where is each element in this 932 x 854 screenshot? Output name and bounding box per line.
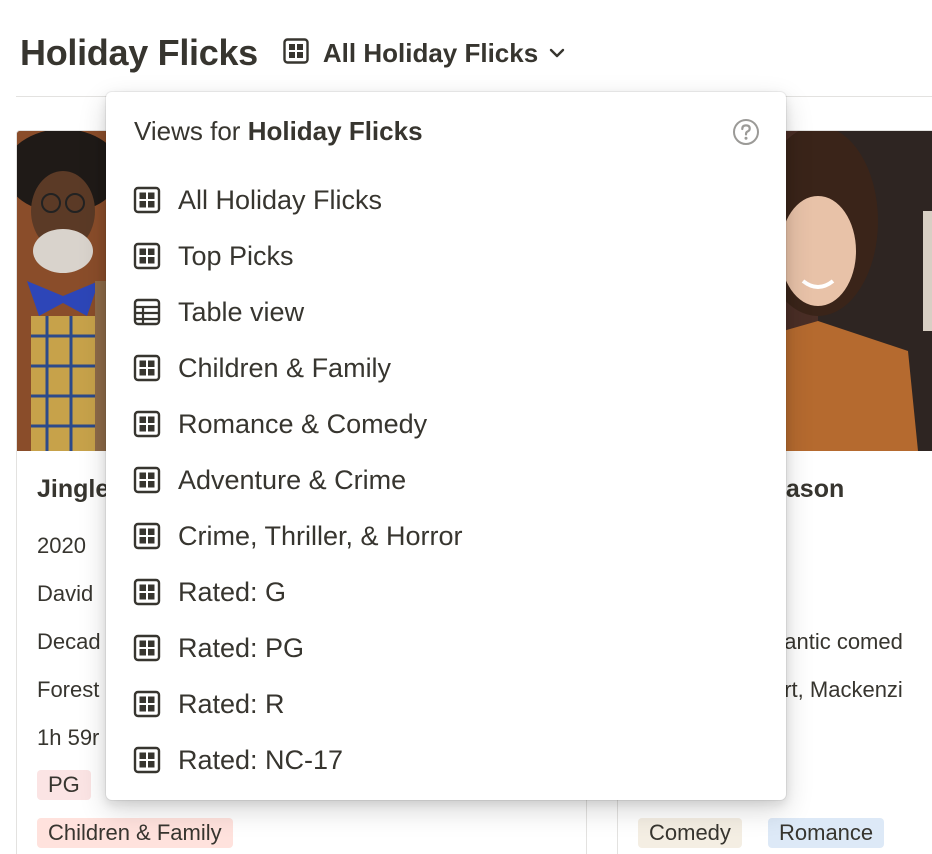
card-director: David xyxy=(37,581,94,606)
view-item-label: Table view xyxy=(178,296,305,327)
view-switcher[interactable]: All Holiday Flicks xyxy=(283,38,566,69)
dropdown-heading-prefix: Views for xyxy=(134,116,248,146)
view-item-children-family[interactable]: Children & Family xyxy=(106,340,786,396)
gallery-icon xyxy=(133,746,161,774)
gallery-icon xyxy=(133,522,161,550)
genre-tag: Comedy xyxy=(638,818,742,848)
gallery-icon xyxy=(283,37,309,69)
database-title[interactable]: Holiday Flicks xyxy=(20,32,258,74)
gallery-icon xyxy=(133,354,161,382)
card-year: 2020 xyxy=(37,533,86,558)
card-cast: Forest xyxy=(37,677,100,702)
view-item-rated-r[interactable]: Rated: R xyxy=(106,676,786,732)
view-item-top-picks[interactable]: Top Picks xyxy=(106,228,786,284)
view-item-label: Rated: G xyxy=(178,576,287,607)
view-item-rated-nc-17[interactable]: Rated: NC-17 xyxy=(106,732,786,788)
view-item-crime-thriller-horror[interactable]: Crime, Thriller, & Horror xyxy=(106,508,786,564)
card-genre-text: nantic comed xyxy=(772,629,903,654)
view-item-label: Top Picks xyxy=(178,240,294,271)
view-item-label: Rated: PG xyxy=(178,632,305,663)
view-item-table-view[interactable]: Table view xyxy=(106,284,786,340)
gallery-icon xyxy=(133,242,161,270)
view-item-rated-g[interactable]: Rated: G xyxy=(106,564,786,620)
gallery-icon xyxy=(133,578,161,606)
genre-tag: Children & Family xyxy=(37,818,233,848)
gallery-icon xyxy=(133,690,161,718)
view-item-label: Rated: NC-17 xyxy=(178,744,344,775)
chevron-down-icon xyxy=(548,47,566,59)
gallery-icon xyxy=(133,186,161,214)
view-item-label: Children & Family xyxy=(178,352,392,383)
view-item-label: All Holiday Flicks xyxy=(178,184,383,215)
gallery-icon xyxy=(133,466,161,494)
database-header: Holiday Flicks All Holiday Flicks xyxy=(20,30,566,76)
views-list: All Holiday Flicks Top Picks Table view … xyxy=(106,172,786,788)
table-icon xyxy=(133,298,161,326)
view-item-label: Romance & Comedy xyxy=(178,408,428,439)
page: Holiday Flicks All Holiday Flicks Jingle… xyxy=(0,0,932,854)
gallery-icon xyxy=(133,634,161,662)
view-item-label: Rated: R xyxy=(178,688,285,719)
gallery-icon xyxy=(133,410,161,438)
card-decade: Decad xyxy=(37,629,101,654)
card-cast: art, Mackenzi xyxy=(772,677,903,702)
view-item-adventure-crime[interactable]: Adventure & Crime xyxy=(106,452,786,508)
view-item-rated-pg[interactable]: Rated: PG xyxy=(106,620,786,676)
dropdown-heading-db: Holiday Flicks xyxy=(247,116,423,146)
card-runtime: 1h 59r xyxy=(37,725,100,750)
rating-tag: PG xyxy=(37,770,91,800)
dropdown-heading: Views for Holiday Flicks xyxy=(134,116,423,147)
question-circle-icon[interactable] xyxy=(732,118,760,151)
card-title: Jingle xyxy=(37,475,110,503)
current-view-label: All Holiday Flicks xyxy=(322,37,539,68)
view-item-label: Adventure & Crime xyxy=(178,464,407,495)
view-item-label: Crime, Thriller, & Horror xyxy=(178,520,463,551)
view-item-romance-comedy[interactable]: Romance & Comedy xyxy=(106,396,786,452)
views-dropdown: Views for Holiday Flicks All Holiday Fli… xyxy=(106,92,786,800)
genre-tag: Romance xyxy=(768,818,885,848)
view-item-all-holiday-flicks[interactable]: All Holiday Flicks xyxy=(106,172,786,228)
